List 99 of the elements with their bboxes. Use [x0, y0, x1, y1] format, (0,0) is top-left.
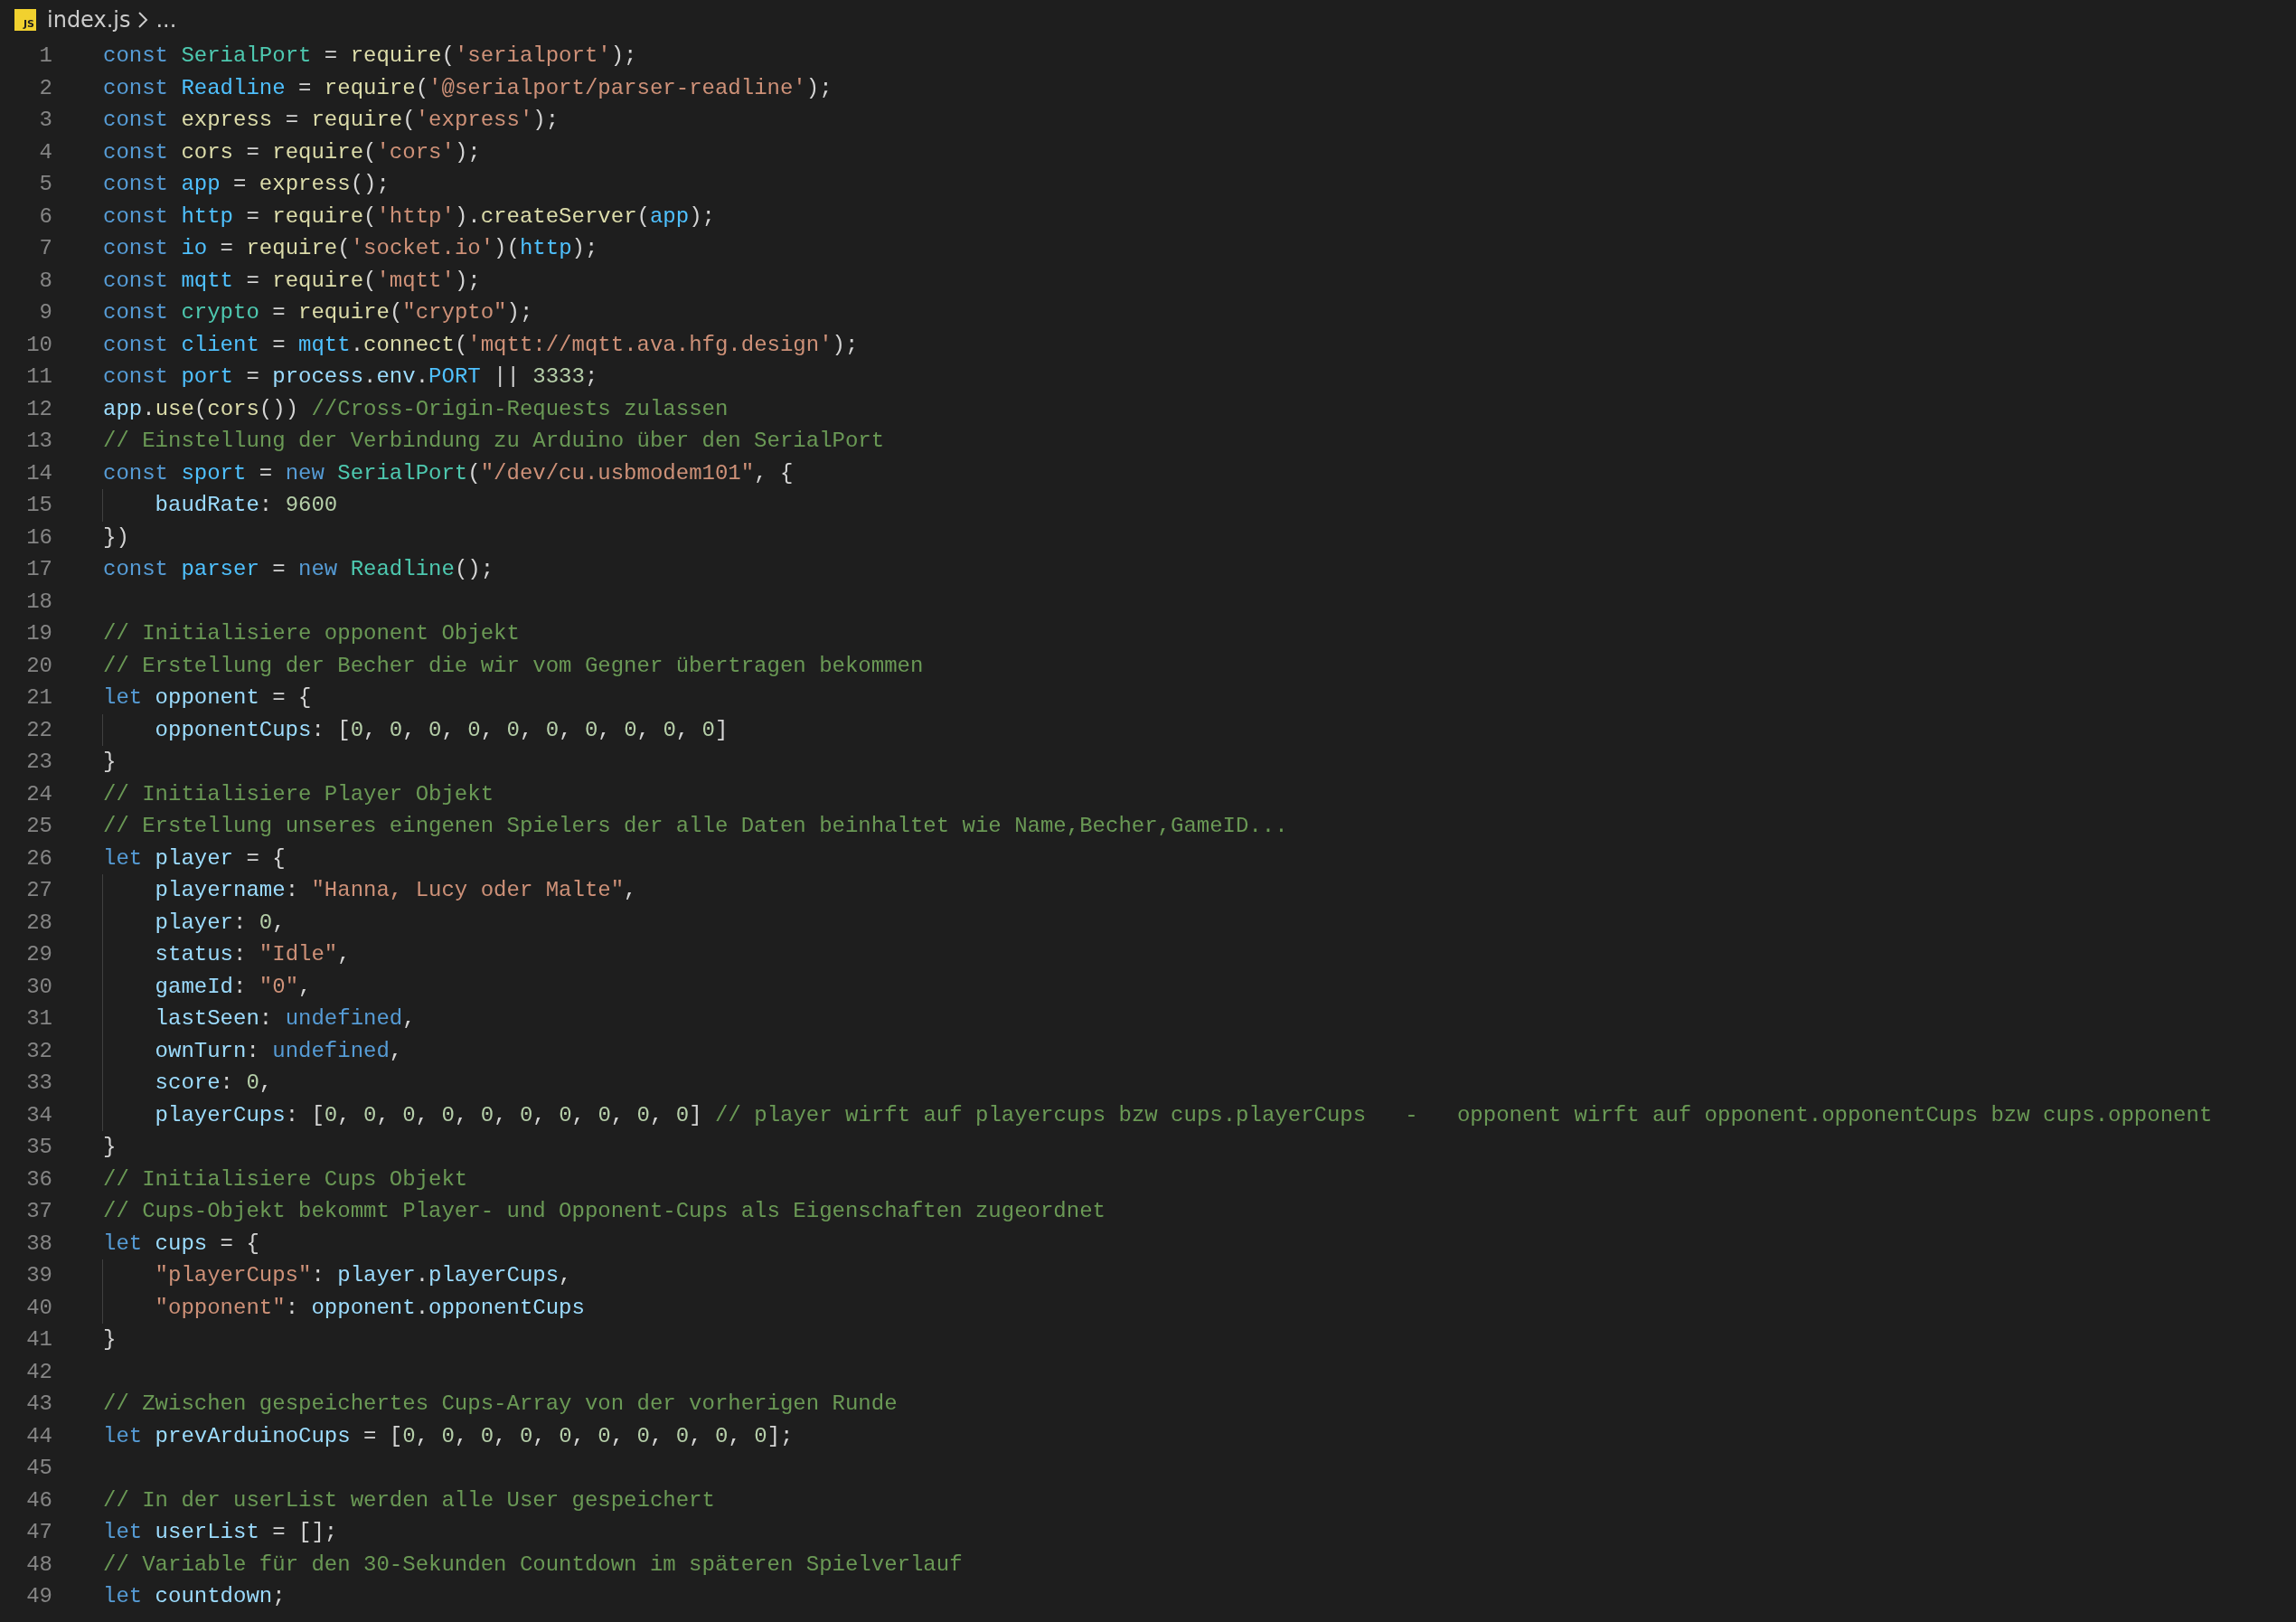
code-line: } — [102, 1326, 117, 1353]
code-line: }) — [102, 523, 129, 552]
code-line: opponentCups: [0, 0, 0, 0, 0, 0, 0, 0, 0, 0] — [102, 713, 729, 746]
breadcrumb-file[interactable]: index.js — [47, 7, 131, 33]
code-line: // Erstellung der Becher die wir vom Gegner übertragen bekommen — [102, 652, 924, 680]
line-number: 44 — [25, 1422, 52, 1450]
code-line: "opponent": opponent.opponentCups — [102, 1291, 585, 1324]
code-line: const Readline = require('@serialport/parser-readline'); — [102, 74, 833, 102]
line-number: 33 — [25, 1070, 52, 1097]
code-line: playername: "Hanna, Lucy oder Malte", — [102, 874, 637, 907]
line-number: 39 — [25, 1262, 52, 1289]
line-number: 34 — [25, 1101, 52, 1129]
code-line: // Erstellung unseres eingenen Spielers der alle Daten beinhaltet wie Name,Becher,GameID... — [102, 813, 1288, 840]
line-number: 40 — [25, 1294, 52, 1322]
line-number: 16 — [25, 523, 52, 552]
line-number: 4 — [38, 138, 52, 166]
line-number: 48 — [25, 1551, 52, 1579]
code-line: const sport = new SerialPort("/dev/cu.usbmodem101", { — [102, 459, 794, 487]
line-number: 21 — [25, 684, 52, 712]
code-line: const port = process.env.PORT || 3333; — [102, 363, 598, 391]
line-number: 36 — [25, 1165, 52, 1193]
line-number: 14 — [25, 459, 52, 487]
code-line: ownTurn: undefined, — [102, 1034, 403, 1067]
code-line: // In der userList werden alle User gespeichert — [102, 1486, 715, 1514]
line-number: 20 — [25, 652, 52, 680]
line-number: 5 — [38, 171, 52, 198]
code-line: let userList = []; — [102, 1519, 338, 1546]
line-number: 30 — [25, 973, 52, 1001]
code-line: "playerCups": player.playerCups, — [102, 1259, 572, 1292]
code-line: const client = mqtt.connect('mqtt://mqtt.ava.hfg.design'); — [102, 331, 859, 359]
breadcrumb-more[interactable]: ... — [155, 7, 177, 33]
code-line: playerCups: [0, 0, 0, 0, 0, 0, 0, 0, 0, 0] // player wirft auf playercups bzw cups.playerCups - opponent wirft auf opponent.opponentCups bzw cups.opponent — [102, 1099, 2213, 1131]
line-number: 32 — [25, 1037, 52, 1065]
code-line: const http = require('http').createServer(app); — [102, 203, 715, 231]
code-line: const express = require('express'); — [102, 107, 560, 134]
line-number: 23 — [25, 749, 52, 776]
code-line: const SerialPort = require('serialport'); — [102, 42, 637, 70]
code-line: const mqtt = require('mqtt'); — [102, 267, 481, 295]
code-line: let opponent = { — [102, 684, 312, 712]
line-number: 29 — [25, 941, 52, 968]
code-line: const io = require('socket.io')(http); — [102, 235, 598, 262]
line-number: 26 — [25, 844, 52, 872]
line-number: 47 — [25, 1519, 52, 1546]
line-number: 46 — [25, 1486, 52, 1514]
line-number: 15 — [25, 492, 52, 519]
line-number: 9 — [38, 299, 52, 326]
line-number: 28 — [25, 909, 52, 937]
code-line: gameId: "0", — [102, 970, 312, 1003]
code-line: player: 0, — [102, 906, 286, 938]
code-line: score: 0, — [102, 1067, 273, 1099]
line-number: 10 — [25, 331, 52, 359]
line-number: 49 — [25, 1583, 52, 1610]
line-number: 13 — [25, 428, 52, 455]
line-number: 37 — [25, 1198, 52, 1225]
line-number: 24 — [25, 780, 52, 808]
line-number: 43 — [25, 1391, 52, 1418]
line-number: 17 — [25, 556, 52, 583]
line-number: 12 — [25, 395, 52, 423]
line-number: 41 — [25, 1326, 52, 1353]
code-line: } — [102, 749, 117, 776]
code-line: // Initialisiere Player Objekt — [102, 780, 494, 808]
code-line: const cors = require('cors'); — [102, 138, 481, 166]
code-line: const parser = new Readline(); — [102, 556, 494, 583]
code-line: const crypto = require("crypto"); — [102, 299, 533, 326]
code-line: let player = { — [102, 844, 286, 872]
code-line: // Cups-Objekt bekommt Player- und Opponent-Cups als Eigenschaften zugeordnet — [102, 1198, 1106, 1225]
code-line: // Initialisiere Cups Objekt — [102, 1165, 468, 1193]
chevron-right-icon — [137, 11, 149, 29]
line-number: 1 — [38, 42, 52, 70]
code-line: // Einstellung der Verbindung zu Arduino über den SerialPort — [102, 428, 885, 455]
javascript-file-icon: JS — [14, 9, 36, 31]
code-line: baudRate: 9600 — [102, 489, 338, 522]
line-number: 25 — [25, 813, 52, 840]
code-line: // Variable für den 30-Sekunden Countdown im späteren Spielverlauf — [102, 1551, 963, 1579]
code-line: } — [102, 1134, 117, 1161]
line-number: 11 — [25, 363, 52, 391]
line-number: 35 — [25, 1134, 52, 1161]
line-number: 18 — [25, 588, 52, 616]
line-number: 3 — [38, 107, 52, 134]
code-line: // Initialisiere opponent Objekt — [102, 620, 520, 647]
line-number: 27 — [25, 877, 52, 904]
code-line: status: "Idle", — [102, 938, 351, 971]
code-line: let prevArduinoCups = [0, 0, 0, 0, 0, 0, 0, 0, 0, 0]; — [102, 1422, 794, 1450]
line-number: 42 — [25, 1358, 52, 1386]
line-number: 19 — [25, 620, 52, 647]
line-number: 7 — [38, 235, 52, 262]
code-line: let countdown; — [102, 1583, 286, 1610]
code-line: // Zwischen gespeichertes Cups-Array von der vorherigen Runde — [102, 1391, 898, 1418]
line-number: 31 — [25, 1005, 52, 1033]
line-number: 8 — [38, 267, 52, 295]
code-line: let cups = { — [102, 1230, 259, 1258]
code-line: const app = express(); — [102, 171, 390, 198]
line-number: 38 — [25, 1230, 52, 1258]
line-number: 6 — [38, 203, 52, 231]
line-number: 22 — [25, 716, 52, 744]
code-line: app.use(cors()) //Cross-Origin-Requests zulassen — [102, 395, 729, 423]
line-number: 2 — [38, 74, 52, 102]
line-number: 45 — [25, 1455, 52, 1482]
code-line: lastSeen: undefined, — [102, 1003, 416, 1035]
